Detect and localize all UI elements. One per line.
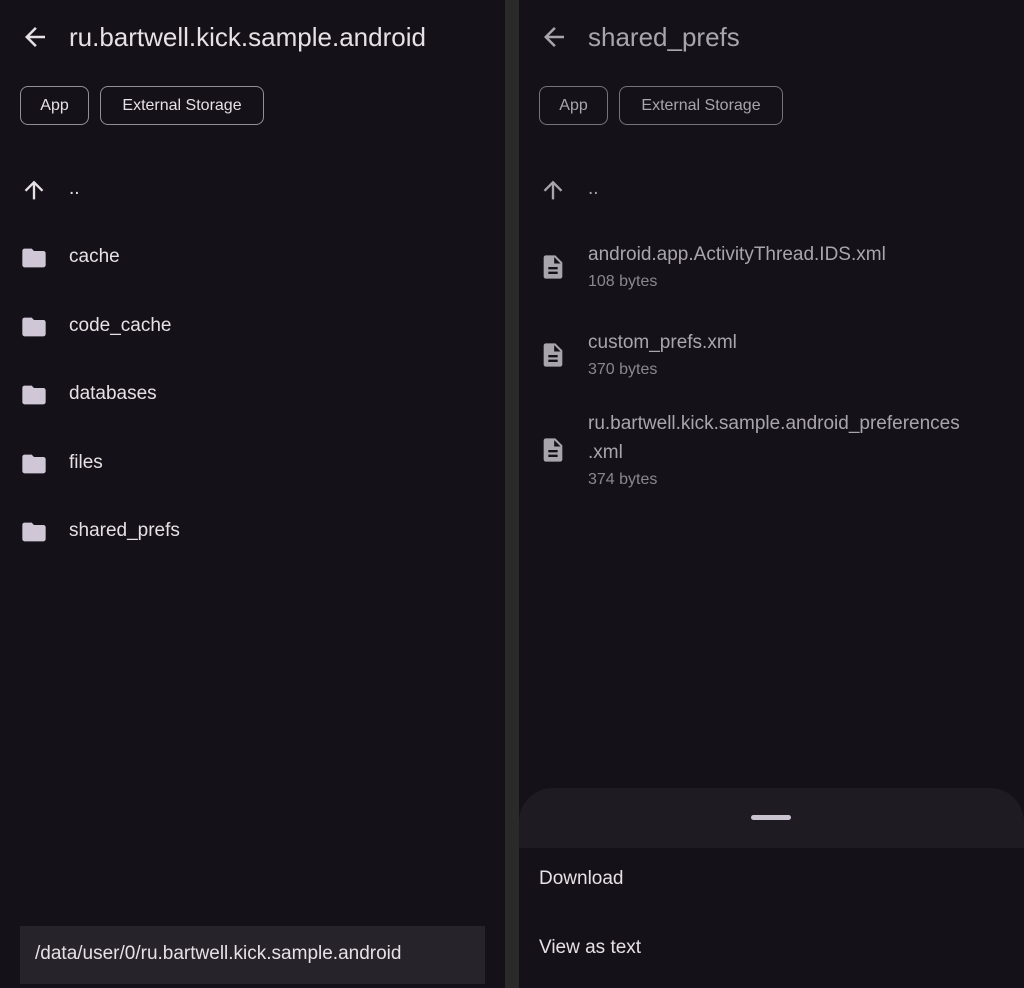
folder-label: cache (69, 246, 120, 267)
folder-icon (20, 518, 48, 546)
file-row[interactable]: android.app.ActivityThread.IDS.xml 108 b… (519, 236, 1024, 306)
file-name: custom_prefs.xml (588, 332, 737, 353)
folder-row-cache[interactable]: cache (0, 229, 505, 287)
folder-icon (20, 313, 48, 341)
folder-icon (20, 450, 48, 478)
file-row[interactable]: ru.bartwell.kick.sample.android_preferen… (519, 405, 1024, 501)
page-title: ru.bartwell.kick.sample.android (69, 22, 426, 52)
current-path: /data/user/0/ru.bartwell.kick.sample.and… (35, 943, 402, 964)
view-as-text-action[interactable]: View as text (519, 917, 1024, 985)
chip-app[interactable]: App (539, 86, 608, 125)
folder-label: files (69, 452, 103, 473)
folder-row-shared-prefs[interactable]: shared_prefs (0, 503, 505, 561)
drag-handle[interactable] (751, 815, 791, 820)
view-as-text-label: View as text (539, 937, 642, 958)
document-icon (539, 253, 567, 281)
current-path-bar: /data/user/0/ru.bartwell.kick.sample.and… (20, 926, 485, 984)
arrow-up-icon (20, 176, 48, 204)
folder-icon (20, 244, 48, 272)
document-icon (539, 341, 567, 369)
parent-directory-row[interactable]: .. (519, 160, 1024, 220)
file-name-line-2: .xml (588, 442, 623, 463)
page-title: shared_prefs (588, 22, 740, 52)
file-name-line-1: ru.bartwell.kick.sample.android_preferen… (588, 413, 960, 434)
top-app-bar: shared_prefs (519, 0, 1024, 74)
chip-app[interactable]: App (20, 86, 89, 125)
arrow-left-icon[interactable] (20, 22, 50, 52)
folder-label: code_cache (69, 315, 172, 336)
chip-external-storage[interactable]: External Storage (619, 86, 783, 125)
document-icon (539, 436, 567, 464)
folder-row-files[interactable]: files (0, 435, 505, 493)
file-size: 370 bytes (588, 361, 658, 378)
folder-label: databases (69, 383, 157, 404)
bottom-sheet-body: Download View as text (519, 848, 1024, 988)
pane-divider (505, 0, 519, 988)
bottom-sheet-header (519, 788, 1024, 848)
arrow-left-icon[interactable] (539, 22, 569, 52)
download-label: Download (539, 868, 624, 889)
arrow-up-icon (539, 176, 567, 204)
parent-directory-label: .. (588, 178, 599, 199)
file-name: android.app.ActivityThread.IDS.xml (588, 244, 886, 265)
left-panel: ru.bartwell.kick.sample.android App Exte… (0, 0, 505, 988)
chip-external-storage[interactable]: External Storage (100, 86, 264, 125)
bottom-sheet: Download View as text (519, 788, 1024, 988)
folder-row-databases[interactable]: databases (0, 366, 505, 424)
folder-row-code-cache[interactable]: code_cache (0, 298, 505, 356)
file-size: 108 bytes (588, 273, 658, 290)
file-size: 374 bytes (588, 471, 658, 488)
parent-directory-label: .. (69, 178, 80, 199)
top-app-bar: ru.bartwell.kick.sample.android (0, 0, 505, 74)
folder-label: shared_prefs (69, 520, 180, 541)
folder-icon (20, 381, 48, 409)
parent-directory-row[interactable]: .. (0, 160, 505, 220)
download-action[interactable]: Download (519, 848, 1024, 916)
file-row[interactable]: custom_prefs.xml 370 bytes (519, 324, 1024, 394)
right-panel: shared_prefs App External Storage .. and… (519, 0, 1024, 988)
